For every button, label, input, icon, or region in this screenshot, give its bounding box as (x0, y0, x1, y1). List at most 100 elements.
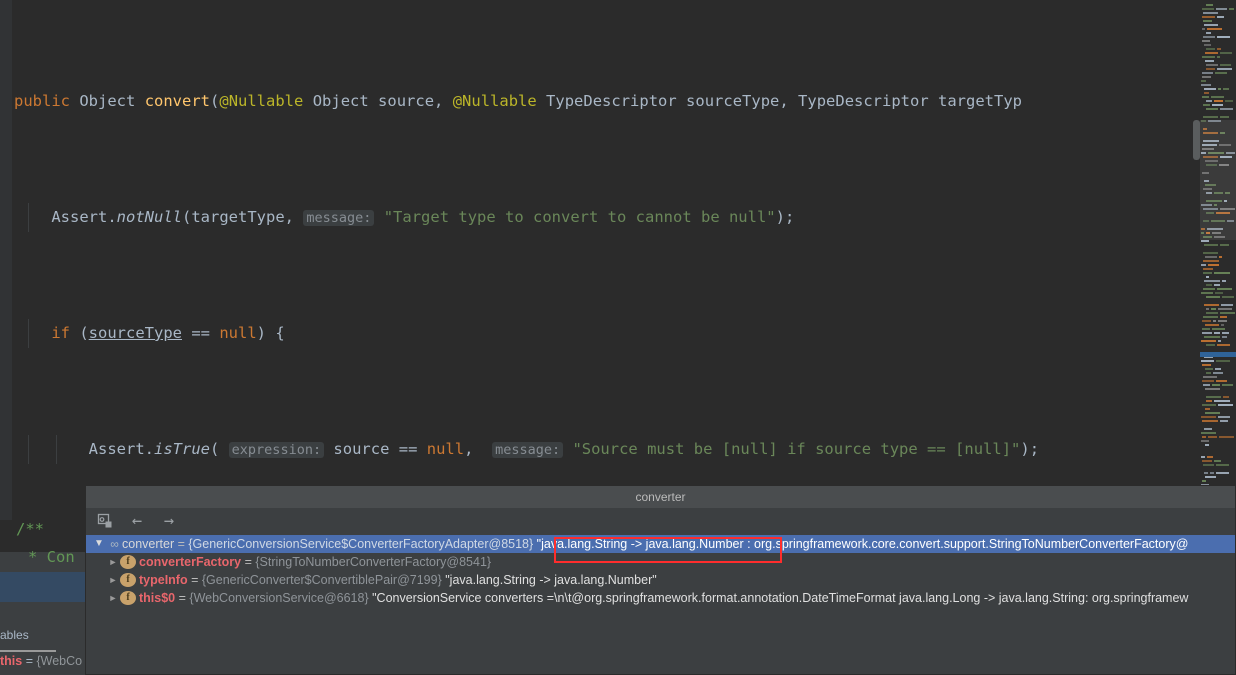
variable-name: typeInfo (139, 573, 188, 587)
minimap-line (1200, 316, 1236, 319)
variables-row-this[interactable]: this = {WebCo (0, 654, 85, 674)
equals-sign: = (187, 573, 202, 587)
minimap-line (1200, 104, 1236, 107)
tree-row-typeInfo[interactable]: ► f typeInfo = {GenericConverter$Convert… (86, 571, 1235, 589)
minimap-line (1200, 400, 1236, 403)
code-line[interactable]: public Object convert(@Nullable Object s… (0, 87, 1200, 116)
minimap-line (1200, 112, 1236, 115)
tab-variables-underline (0, 650, 56, 652)
forward-arrow-icon[interactable]: → (160, 513, 178, 531)
minimap-line (1200, 476, 1236, 479)
javadoc-line: * Con (28, 548, 75, 566)
minimap-line (1200, 288, 1236, 291)
field-icon: f (120, 591, 136, 605)
code-line[interactable]: Assert.isTrue( expression: source == nul… (0, 435, 1200, 464)
minimap-line (1200, 360, 1236, 363)
minimap-line (1200, 72, 1236, 75)
minimap-line (1200, 384, 1236, 387)
minimap-line (1200, 108, 1236, 111)
minimap-line (1200, 280, 1236, 283)
minimap-line (1200, 420, 1236, 423)
minimap-line (1200, 56, 1236, 59)
minimap-viewport-thumb[interactable] (1200, 120, 1236, 240)
minimap-line (1200, 468, 1236, 471)
minimap-line (1200, 300, 1236, 303)
code-editor[interactable]: public Object convert(@Nullable Object s… (0, 0, 1236, 520)
minimap-line (1200, 460, 1236, 463)
minimap-line (1200, 256, 1236, 259)
minimap-line (1200, 376, 1236, 379)
editor-vertical-scrollbar[interactable] (1193, 120, 1200, 160)
minimap-line (1200, 312, 1236, 315)
minimap-line (1200, 4, 1236, 7)
minimap-line (1200, 396, 1236, 399)
minimap-line (1200, 8, 1236, 11)
minimap-line (1200, 276, 1236, 279)
tab-variables[interactable]: ables (0, 628, 85, 650)
evaluate-expression-icon[interactable] (96, 513, 114, 531)
object-reference: {WebConversionService@6618} (189, 591, 369, 605)
minimap-line (1200, 308, 1236, 311)
minimap-line (1200, 452, 1236, 455)
expand-toggle-closed-icon[interactable]: ► (106, 553, 120, 571)
object-value: "ConversionService converters =\n\t@org.… (372, 591, 1189, 605)
minimap-line (1200, 44, 1236, 47)
popup-toolbar[interactable]: ← → (86, 508, 1235, 535)
minimap-line (1200, 448, 1236, 451)
minimap-line (1200, 36, 1236, 39)
minimap-line (1200, 444, 1236, 447)
minimap-line (1200, 424, 1236, 427)
minimap-line (1200, 304, 1236, 307)
minimap-line (1200, 364, 1236, 367)
minimap-line (1200, 48, 1236, 51)
tree-row-this0[interactable]: ► f this$0 = {WebConversionService@6618}… (86, 589, 1235, 607)
minimap-line (1200, 40, 1236, 43)
minimap-line (1200, 340, 1236, 343)
minimap-line (1200, 296, 1236, 299)
object-reference: {GenericConverter$ConvertiblePair@7199} (201, 573, 442, 587)
minimap-line (1200, 416, 1236, 419)
minimap-line (1200, 324, 1236, 327)
code-line[interactable]: Assert.notNull(targetType, message: "Tar… (0, 203, 1200, 232)
object-value: "java.lang.String -> java.lang.Number : … (536, 537, 1189, 551)
object-reference: {StringToNumberConverterFactory@8541} (255, 555, 492, 569)
minimap-line (1200, 240, 1236, 243)
minimap-line (1200, 348, 1236, 351)
expand-toggle-closed-icon[interactable]: ► (106, 589, 120, 607)
expand-toggle-open-icon[interactable]: ▼ (92, 535, 106, 553)
back-arrow-icon[interactable]: ← (128, 513, 146, 531)
minimap-line (1200, 16, 1236, 19)
minimap-line (1200, 320, 1236, 323)
minimap-line (1200, 408, 1236, 411)
minimap-line (1200, 252, 1236, 255)
debugger-value-popup[interactable]: converter ← → ▼ ∞ converter = {GenericCo… (85, 485, 1236, 675)
minimap-line (1200, 12, 1236, 15)
equals-sign: = (174, 537, 189, 551)
minimap-line (1200, 284, 1236, 287)
popup-title: converter (86, 486, 1235, 508)
field-icon: f (120, 573, 136, 587)
tree-row-converter[interactable]: ▼ ∞ converter = {GenericConversionServic… (86, 535, 1235, 553)
expand-toggle-closed-icon[interactable]: ► (106, 571, 120, 589)
debugger-variables-tree[interactable]: ▼ ∞ converter = {GenericConversionServic… (86, 535, 1235, 607)
minimap-line (1200, 372, 1236, 375)
minimap-line (1200, 440, 1236, 443)
minimap-line (1200, 60, 1236, 63)
minimap-line (1200, 28, 1236, 31)
tree-row-converterFactory[interactable]: ► f converterFactory = {StringToNumberCo… (86, 553, 1235, 571)
variable-name: this (0, 654, 23, 668)
minimap-line (1200, 100, 1236, 103)
minimap-line (1200, 464, 1236, 467)
minimap-line (1200, 20, 1236, 23)
minimap-line (1200, 412, 1236, 415)
code-line[interactable]: if (sourceType == null) { (0, 319, 1200, 348)
minimap-line (1200, 68, 1236, 71)
code-minimap[interactable] (1200, 0, 1236, 520)
minimap-current-line-marker (1200, 352, 1236, 357)
variable-value: {WebCo (36, 654, 83, 668)
minimap-line (1200, 368, 1236, 371)
minimap-line (1200, 436, 1236, 439)
minimap-line (1200, 248, 1236, 251)
minimap-line (1200, 332, 1236, 335)
code-content[interactable]: public Object convert(@Nullable Object s… (0, 0, 1200, 520)
